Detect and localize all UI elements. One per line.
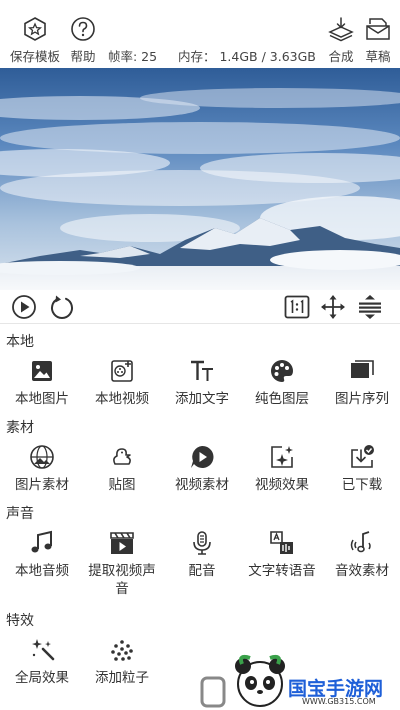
text-icon xyxy=(191,360,213,381)
tool-label: 配音 xyxy=(188,563,216,579)
tool-label: 视频素材 xyxy=(175,477,229,493)
tool-local-video[interactable]: 本地视频 xyxy=(82,358,162,408)
watermark-site: WWW.GB315.COM xyxy=(302,697,376,706)
tool-solid-layer[interactable]: 纯色图层 xyxy=(242,358,322,408)
top-toolbar: 保存模板 帮助 帧率: 25 内存： 1.4GB / 3.63GB 合成 草稿 xyxy=(0,0,400,68)
tool-label: 已下载 xyxy=(341,477,383,493)
fps-readout: 帧率: 25 xyxy=(108,49,158,64)
tool-label: 贴图 xyxy=(108,477,136,493)
music-note-icon xyxy=(31,530,52,553)
tool-extract-audio[interactable]: 提取视频声音 xyxy=(82,530,162,598)
section-title-local: 本地 xyxy=(6,334,34,350)
tool-label: 纯色图层 xyxy=(255,391,309,407)
tool-add-particles[interactable]: 添加粒子 xyxy=(82,637,162,687)
compose-label: 合成 xyxy=(328,49,354,64)
memory-readout: 内存： 1.4GB / 3.63GB xyxy=(178,49,316,64)
image-stack-icon xyxy=(351,360,374,378)
question-circle-icon xyxy=(71,17,95,41)
help-button[interactable]: 帮助 xyxy=(70,16,96,65)
tool-local-audio[interactable]: 本地音频 xyxy=(2,530,82,580)
section-title-material: 素材 xyxy=(6,420,34,436)
tool-label: 音效素材 xyxy=(335,563,389,579)
tool-dubbing[interactable]: 配音 xyxy=(162,530,242,580)
tool-label: 文字转语音 xyxy=(248,563,316,579)
tool-label: 图片素材 xyxy=(15,477,69,493)
site-watermark: 国宝手游网 WWW.GB315.COM xyxy=(200,650,400,710)
tool-label: 图片序列 xyxy=(335,391,389,407)
tool-global-effect[interactable]: 全局效果 xyxy=(2,637,82,687)
sparkle-frame-icon xyxy=(271,446,293,468)
tool-label: 提取视频声音 xyxy=(88,563,156,598)
sound-waves-icon xyxy=(350,531,371,553)
tool-label: 本地视频 xyxy=(95,391,149,407)
draft-label: 草稿 xyxy=(365,49,391,64)
envelope-icon xyxy=(366,18,390,40)
tool-add-text[interactable]: 添加文字 xyxy=(162,358,242,408)
compose-button[interactable]: 合成 xyxy=(328,16,354,65)
section-title-sound: 声音 xyxy=(6,506,34,522)
tool-sticker[interactable]: 贴图 xyxy=(82,444,162,494)
star-hexagon-icon xyxy=(24,17,46,41)
tool-label: 本地图片 xyxy=(15,391,69,407)
image-icon xyxy=(32,361,52,381)
text-to-speech-icon xyxy=(270,531,293,554)
tool-video-material[interactable]: 视频素材 xyxy=(162,444,242,494)
tool-image-material[interactable]: 图片素材 xyxy=(2,444,82,494)
aspect-ratio-icon[interactable] xyxy=(284,294,310,320)
tool-label: 全局效果 xyxy=(15,670,69,686)
duck-sticker-icon xyxy=(113,448,131,465)
tool-image-sequence[interactable]: 图片序列 xyxy=(322,358,400,408)
tool-label: 添加粒子 xyxy=(95,670,149,686)
save-template-label: 保存模板 xyxy=(10,49,61,64)
particles-icon xyxy=(111,640,133,661)
play-bubble-icon xyxy=(191,445,214,468)
tool-label: 添加文字 xyxy=(175,391,229,407)
globe-image-icon xyxy=(30,445,54,469)
move-arrows-icon[interactable] xyxy=(320,294,346,320)
download-check-icon xyxy=(351,445,374,468)
section-title-effects: 特效 xyxy=(6,613,34,629)
video-file-icon xyxy=(111,360,133,382)
tool-downloaded[interactable]: 已下载 xyxy=(322,444,400,494)
microphone-icon xyxy=(193,531,211,555)
replay-icon[interactable] xyxy=(49,294,75,320)
tool-local-image[interactable]: 本地图片 xyxy=(2,358,82,408)
tool-label: 视频效果 xyxy=(255,477,309,493)
align-center-icon[interactable] xyxy=(357,294,383,320)
tool-text-to-speech[interactable]: 文字转语音 xyxy=(242,530,322,580)
clapperboard-icon xyxy=(110,532,134,554)
tool-video-effect[interactable]: 视频效果 xyxy=(242,444,322,494)
video-preview[interactable] xyxy=(0,68,400,290)
play-circle-icon[interactable] xyxy=(11,294,37,320)
help-label: 帮助 xyxy=(70,49,96,64)
layers-download-icon xyxy=(328,17,354,42)
save-template-button[interactable]: 保存模板 xyxy=(10,16,60,65)
draft-button[interactable]: 草稿 xyxy=(365,16,391,65)
preview-image xyxy=(0,68,400,290)
playback-controls xyxy=(0,290,400,324)
tool-sound-effect[interactable]: 音效素材 xyxy=(322,530,400,580)
magic-wand-icon xyxy=(32,639,55,661)
palette-icon xyxy=(271,360,293,382)
tool-label: 本地音频 xyxy=(15,563,69,579)
